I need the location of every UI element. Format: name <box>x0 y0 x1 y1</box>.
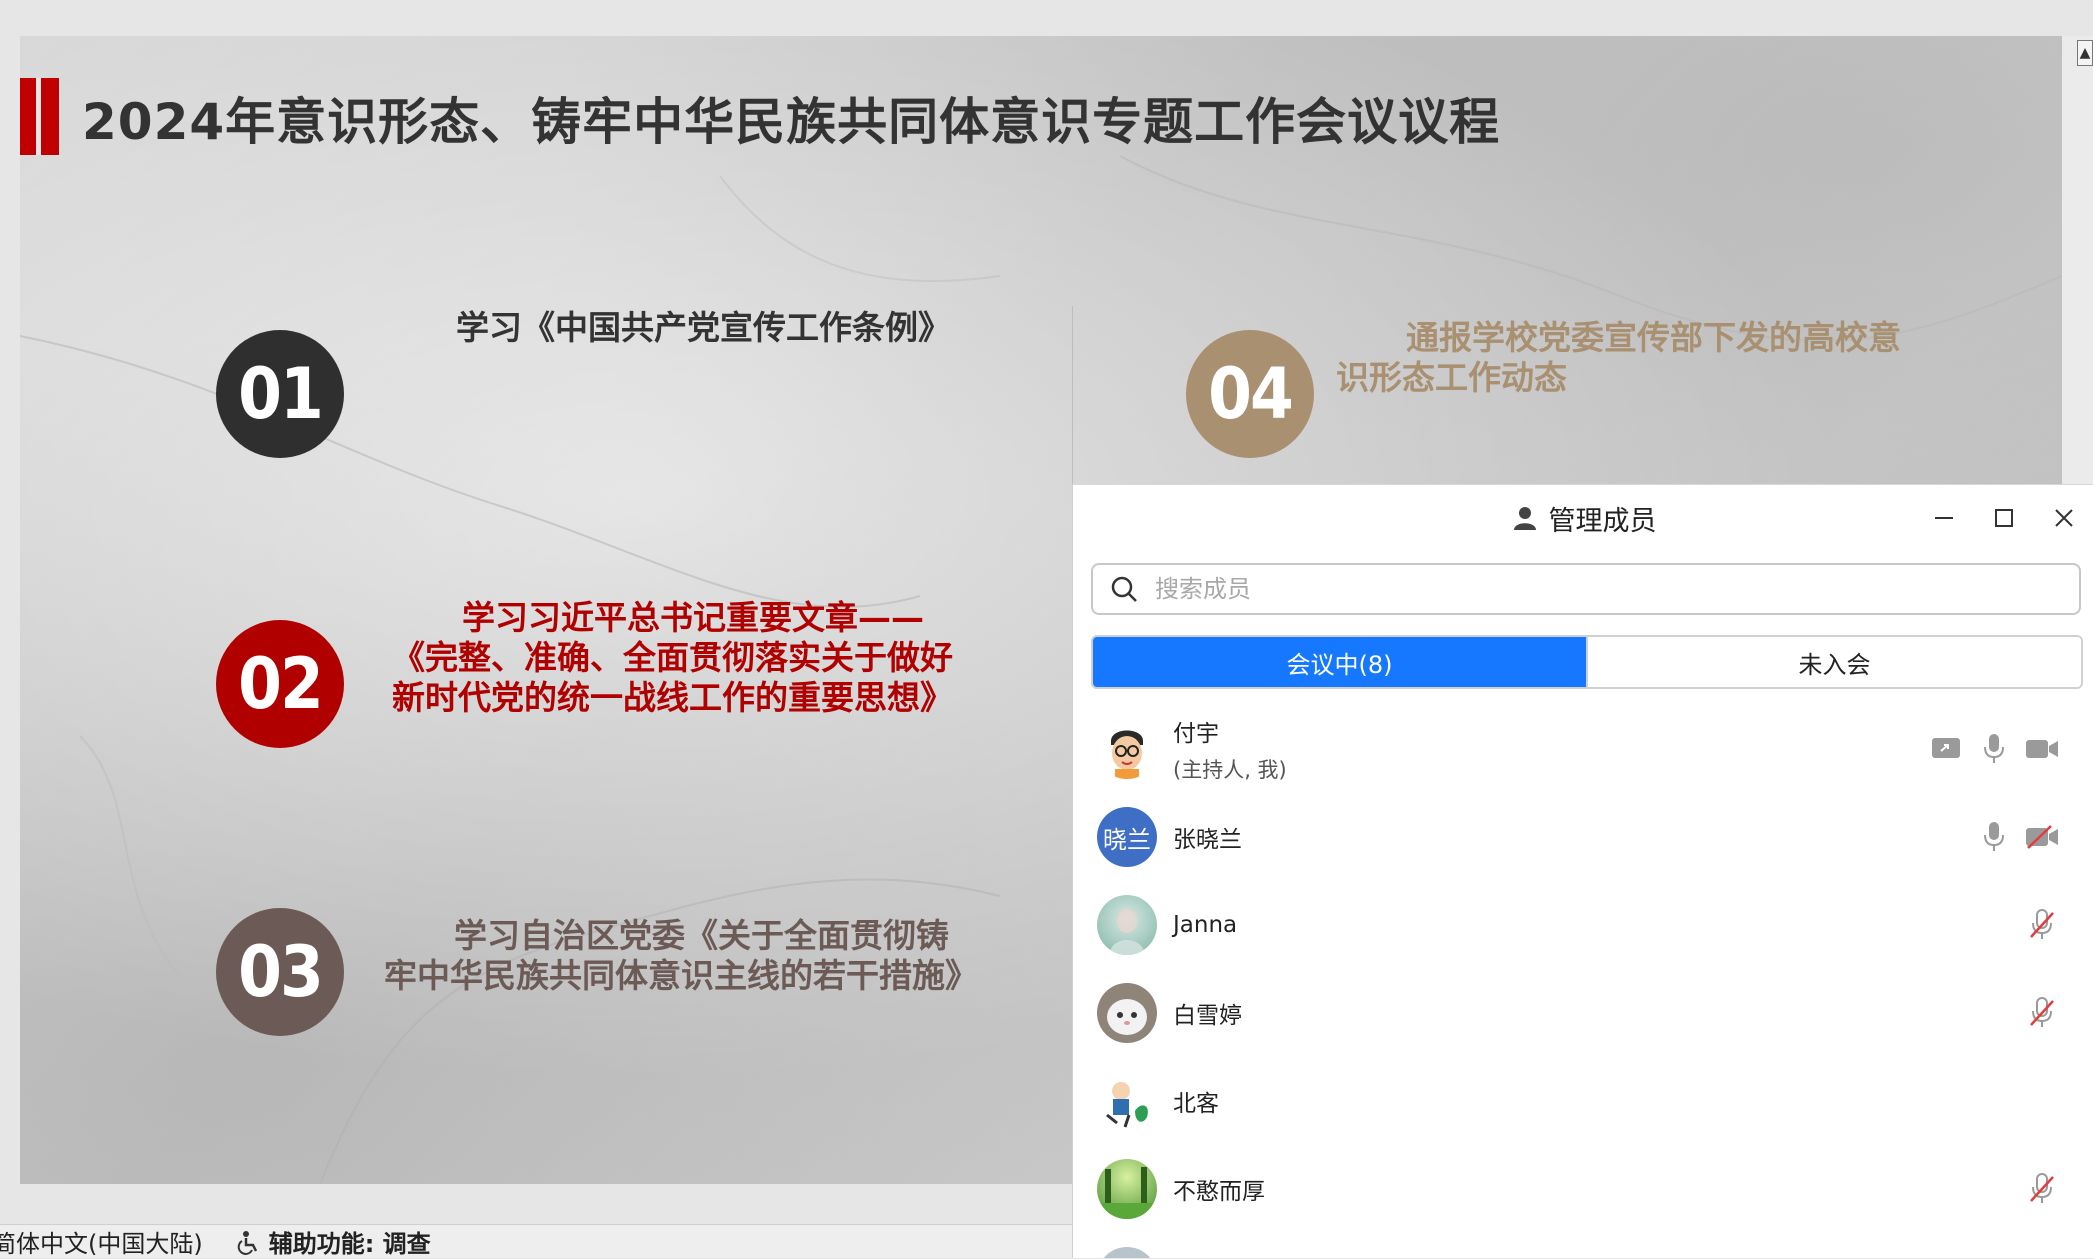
search-icon <box>1111 576 1137 602</box>
member-name: Janna <box>1173 912 1238 938</box>
maximize-button[interactable] <box>1974 485 2034 551</box>
manage-members-panel: 管理成员 会议中(8) 未入会 <box>1072 484 2093 1258</box>
panel-header: 管理成员 <box>1073 485 2093 551</box>
agenda-number-01: 01 <box>216 330 344 458</box>
avatar <box>1097 719 1157 779</box>
member-row[interactable]: Janna <box>1073 881 2093 969</box>
avatar <box>1097 983 1157 1043</box>
search-input[interactable] <box>1153 574 2057 604</box>
status-bar: 简体中文(中国大陆) 辅助功能: 调查 <box>0 1224 1072 1258</box>
tab-in-meeting[interactable]: 会议中(8) <box>1093 637 1586 687</box>
member-row[interactable]: 付宇 (主持人, 我) <box>1073 705 2093 793</box>
agenda-item-01: 学习《中国共产党宣传工作条例》 <box>456 308 951 347</box>
mic-off-icon[interactable] <box>2018 905 2066 945</box>
mic-off-icon[interactable] <box>2018 993 2066 1033</box>
member-name: 不憨而厚 <box>1173 1179 1265 1205</box>
member-row[interactable]: 北客 <box>1073 1057 2093 1145</box>
mic-icon[interactable] <box>1970 729 2018 769</box>
minimize-button[interactable] <box>1914 485 1974 551</box>
avatar <box>1097 895 1157 955</box>
panel-title: 管理成员 <box>1548 505 1657 537</box>
avatar: 晓兰 <box>1097 807 1157 867</box>
avatar-photo-icon <box>1109 909 1145 955</box>
accessibility-label: 辅助功能: 调查 <box>268 1230 431 1258</box>
screen-share-icon[interactable] <box>1922 729 1970 769</box>
language-indicator[interactable]: 简体中文(中国大陆) <box>0 1224 203 1259</box>
tab-not-joined[interactable]: 未入会 <box>1586 637 2081 687</box>
agenda-item-04: 通报学校党委宣传部下发的高校意识形态工作动态 <box>1336 318 1901 397</box>
avatar <box>1097 1247 1157 1258</box>
member-name: 付宇 <box>1173 721 1219 747</box>
member-row[interactable]: 白雪婷 <box>1073 969 2093 1057</box>
accessibility-status[interactable]: 辅助功能: 调查 <box>235 1224 431 1259</box>
maximize-icon <box>1995 509 2013 527</box>
member-search-box[interactable] <box>1091 563 2081 615</box>
member-name: 白雪婷 <box>1173 1003 1242 1029</box>
member-row[interactable] <box>1073 1233 2093 1258</box>
agenda-number-04: 04 <box>1186 330 1314 458</box>
agenda-item-03: 学习自治区党委《关于全面贯彻铸牢中华民族共同体意识主线的若干措施》 <box>384 916 978 995</box>
title-accent-bar <box>20 78 59 155</box>
members-icon <box>1513 507 1536 530</box>
member-list: 付宇 (主持人, 我) 晓兰 张晓兰 Janna 白雪婷 北客 不憨而厚 <box>1073 705 2093 1258</box>
member-name: 张晓兰 <box>1173 827 1242 853</box>
close-button[interactable] <box>2034 485 2093 551</box>
avatar-cartoon-icon <box>1097 719 1157 779</box>
member-name: 北客 <box>1173 1091 1219 1117</box>
member-row[interactable]: 不憨而厚 <box>1073 1145 2093 1233</box>
member-row[interactable]: 晓兰 张晓兰 <box>1073 793 2093 881</box>
agenda-number-03: 03 <box>216 908 344 1036</box>
camera-icon[interactable] <box>2018 729 2066 769</box>
avatar <box>1097 1071 1157 1131</box>
slide-title: 2024年意识形态、铸牢中华民族共同体意识专题工作会议议程 <box>82 93 1501 151</box>
agenda-item-02: 学习习近平总书记重要文章——《完整、准确、全面贯彻落实关于做好新时代党的统一战线… <box>392 598 953 717</box>
close-icon <box>2055 509 2073 527</box>
agenda-number-02: 02 <box>216 620 344 748</box>
accessibility-icon <box>237 1230 257 1255</box>
member-role: (主持人, 我) <box>1173 758 1287 782</box>
avatar <box>1097 1159 1157 1219</box>
member-tabs: 会议中(8) 未入会 <box>1091 635 2083 689</box>
mic-off-icon[interactable] <box>2018 1169 2066 1209</box>
avatar-cartoon-icon <box>1106 1082 1148 1128</box>
window-controls <box>1914 485 2093 551</box>
mic-icon[interactable] <box>1970 817 2018 857</box>
avatar-cat-icon <box>1107 999 1147 1035</box>
minimize-icon <box>1935 517 1953 519</box>
scroll-up-arrow[interactable]: ▲ <box>2077 40 2093 66</box>
avatar-nature-icon <box>1097 1167 1157 1219</box>
camera-off-icon[interactable] <box>2018 817 2066 857</box>
scrollbar-track[interactable]: ▲ <box>2062 36 2093 486</box>
